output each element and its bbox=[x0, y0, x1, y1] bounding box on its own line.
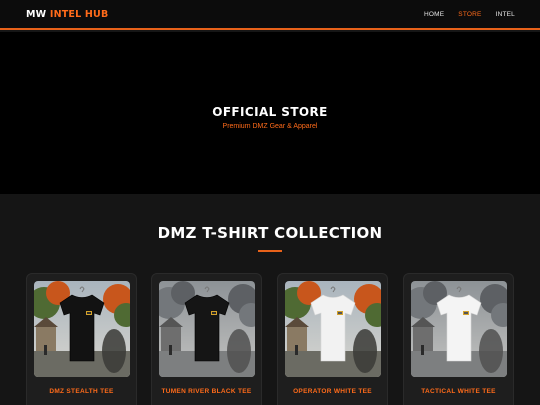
product-image[interactable] bbox=[34, 281, 130, 377]
product-name[interactable]: TUMEN RIVER BLACK TEE bbox=[152, 388, 261, 395]
product-image[interactable] bbox=[159, 281, 255, 377]
product-name[interactable]: TACTICAL WHITE TEE bbox=[404, 388, 513, 395]
hero-subtitle: Premium DMZ Gear & Apparel bbox=[222, 122, 318, 130]
brand-logo[interactable]: MW INTEL HUB bbox=[26, 9, 108, 20]
product-card[interactable]: TACTICAL WHITE TEE bbox=[403, 273, 514, 405]
tshirt-collection: DMZ T-SHIRT COLLECTION DMZ STEALTH TEE T… bbox=[0, 194, 540, 405]
tshirt-photo bbox=[159, 281, 255, 377]
navbar: MW INTEL HUB HOME STORE INTEL bbox=[0, 0, 540, 30]
tshirt-photo bbox=[285, 281, 381, 377]
nav-links: HOME STORE INTEL bbox=[424, 11, 515, 18]
product-name[interactable]: DMZ STEALTH TEE bbox=[27, 388, 136, 395]
brand-part2: INTEL HUB bbox=[49, 8, 109, 20]
hero-banner: OFFICIAL STORE Premium DMZ Gear & Appare… bbox=[0, 32, 540, 194]
product-card[interactable]: DMZ STEALTH TEE bbox=[26, 273, 137, 405]
collection-title: DMZ T-SHIRT COLLECTION bbox=[157, 224, 383, 242]
product-name[interactable]: OPERATOR WHITE TEE bbox=[278, 388, 387, 395]
tshirt-photo bbox=[34, 281, 130, 377]
product-card[interactable]: TUMEN RIVER BLACK TEE bbox=[151, 273, 262, 405]
brand-part1: MW bbox=[26, 8, 47, 20]
product-card[interactable]: OPERATOR WHITE TEE bbox=[277, 273, 388, 405]
tshirt-photo bbox=[411, 281, 507, 377]
nav-home-link[interactable]: HOME bbox=[424, 11, 444, 18]
nav-intel-link[interactable]: INTEL bbox=[496, 11, 515, 18]
product-image[interactable] bbox=[285, 281, 381, 377]
title-underline bbox=[258, 250, 282, 252]
product-image[interactable] bbox=[411, 281, 507, 377]
nav-store-link[interactable]: STORE bbox=[458, 11, 481, 18]
hero-title: OFFICIAL STORE bbox=[212, 104, 328, 119]
